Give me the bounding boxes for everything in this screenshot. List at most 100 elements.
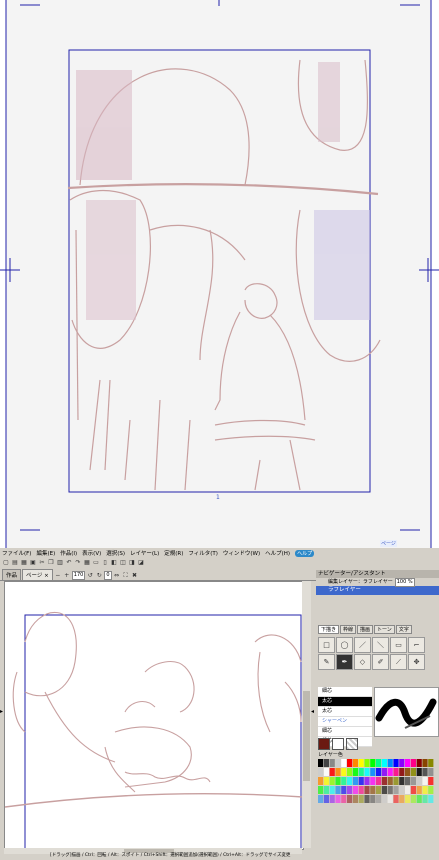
text-icon[interactable]: ◨ [128, 559, 136, 567]
palette-swatch[interactable] [376, 768, 382, 776]
palette-swatch[interactable] [422, 759, 428, 767]
curve-tool[interactable]: ＼ [372, 637, 389, 653]
palette-swatch[interactable] [358, 759, 364, 767]
brush-item-selected[interactable]: 太芯 [318, 697, 372, 707]
rotate-right-icon[interactable]: ↻ [95, 572, 103, 580]
palette-swatch[interactable] [318, 768, 324, 776]
color-palette[interactable] [318, 759, 436, 805]
menu-ruler[interactable]: 定規(R) [164, 549, 183, 557]
main-color-swatch[interactable] [318, 738, 330, 750]
palette-swatch[interactable] [405, 795, 411, 803]
palette-swatch[interactable] [358, 786, 364, 794]
palette-swatch[interactable] [370, 795, 376, 803]
menu-help[interactable]: ヘルプ(H) [265, 549, 290, 557]
lasso-tool[interactable]: ◯ [336, 637, 353, 653]
palette-swatch[interactable] [410, 795, 416, 803]
palette-swatch[interactable] [399, 768, 405, 776]
palette-swatch[interactable] [376, 777, 382, 785]
palette-swatch[interactable] [381, 795, 387, 803]
palette-swatch[interactable] [352, 768, 358, 776]
palette-swatch[interactable] [381, 786, 387, 794]
polyline-tool[interactable]: ⌐ [408, 637, 425, 653]
zoom-out-icon[interactable]: − [54, 572, 62, 580]
canvas[interactable] [4, 581, 304, 850]
brush-item[interactable]: 太芯 [318, 707, 372, 717]
palette-swatch[interactable] [358, 777, 364, 785]
layer-row-rough[interactable]: ラフレイヤー [316, 586, 439, 595]
palette-swatch[interactable] [393, 795, 399, 803]
paste-icon[interactable]: ▥ [56, 559, 64, 567]
palette-swatch[interactable] [399, 759, 405, 767]
palette-swatch[interactable] [318, 786, 324, 794]
palette-swatch[interactable] [405, 759, 411, 767]
palette-swatch[interactable] [341, 759, 347, 767]
palette-swatch[interactable] [341, 795, 347, 803]
palette-swatch[interactable] [352, 786, 358, 794]
palette-swatch[interactable] [428, 759, 434, 767]
palette-swatch[interactable] [376, 759, 382, 767]
palette-swatch[interactable] [358, 768, 364, 776]
palette-swatch[interactable] [318, 795, 324, 803]
palette-swatch[interactable] [387, 777, 393, 785]
palette-swatch[interactable] [323, 777, 329, 785]
palette-swatch[interactable] [364, 759, 370, 767]
palette-swatch[interactable] [422, 786, 428, 794]
reset-icon[interactable]: ✖ [131, 572, 139, 580]
tab-work[interactable]: 作品 [2, 569, 22, 580]
rotate-left-icon[interactable]: ↺ [86, 572, 94, 580]
palette-swatch[interactable] [376, 795, 382, 803]
palette-swatch[interactable] [329, 795, 335, 803]
palette-swatch[interactable] [381, 759, 387, 767]
palette-swatch[interactable] [370, 759, 376, 767]
palette-swatch[interactable] [381, 768, 387, 776]
page-tab[interactable]: ページ [380, 540, 397, 547]
palette-swatch[interactable] [318, 759, 324, 767]
palette-swatch[interactable] [335, 795, 341, 803]
palette-swatch[interactable] [341, 768, 347, 776]
sub-color-swatch[interactable] [332, 738, 344, 750]
brush-item[interactable]: 細芯 [318, 687, 372, 697]
vertical-scroll-thumb[interactable] [303, 691, 310, 781]
zoom-in-icon[interactable]: + [63, 572, 71, 580]
palette-swatch[interactable] [323, 786, 329, 794]
rect-tool[interactable]: ▭ [390, 637, 407, 653]
palette-swatch[interactable] [352, 759, 358, 767]
palette-swatch[interactable] [329, 786, 335, 794]
palette-swatch[interactable] [393, 759, 399, 767]
palette-swatch[interactable] [428, 777, 434, 785]
palette-swatch[interactable] [335, 768, 341, 776]
move-tool[interactable]: ✥ [408, 654, 425, 670]
rotate-field[interactable]: 0 [104, 571, 112, 580]
grid-icon[interactable]: ▦ [83, 559, 91, 567]
fit-icon[interactable]: ⛶ [122, 572, 130, 580]
palette-swatch[interactable] [347, 768, 353, 776]
palette-swatch[interactable] [393, 777, 399, 785]
palette-swatch[interactable] [428, 786, 434, 794]
tab-frame[interactable]: 枠線 [340, 625, 357, 634]
palette-swatch[interactable] [370, 777, 376, 785]
palette-swatch[interactable] [416, 768, 422, 776]
palette-swatch[interactable] [347, 795, 353, 803]
palette-swatch[interactable] [358, 795, 364, 803]
flip-icon[interactable]: ⇔ [113, 572, 121, 580]
layer-icon[interactable]: ◧ [110, 559, 118, 567]
palette-swatch[interactable] [364, 786, 370, 794]
menu-window[interactable]: ウィンドウ(W) [223, 549, 260, 557]
vertical-scrollbar[interactable] [302, 581, 311, 848]
transparent-color-swatch[interactable] [346, 738, 358, 750]
palette-swatch[interactable] [318, 777, 324, 785]
palette-swatch[interactable] [422, 768, 428, 776]
palette-swatch[interactable] [387, 786, 393, 794]
panel-icon[interactable]: ▯ [101, 559, 109, 567]
print-icon[interactable]: ▣ [29, 559, 37, 567]
palette-swatch[interactable] [347, 786, 353, 794]
menu-select[interactable]: 選択(S) [106, 549, 125, 557]
palette-swatch[interactable] [405, 777, 411, 785]
left-splitter-arrow[interactable]: ▸ [0, 708, 3, 715]
palette-swatch[interactable] [341, 777, 347, 785]
palette-swatch[interactable] [428, 795, 434, 803]
menu-edit[interactable]: 編集(E) [36, 549, 55, 557]
zoom-field[interactable]: 170 [71, 571, 86, 580]
eraser-tool[interactable]: ◇ [354, 654, 371, 670]
window-icon[interactable]: ◪ [137, 559, 145, 567]
